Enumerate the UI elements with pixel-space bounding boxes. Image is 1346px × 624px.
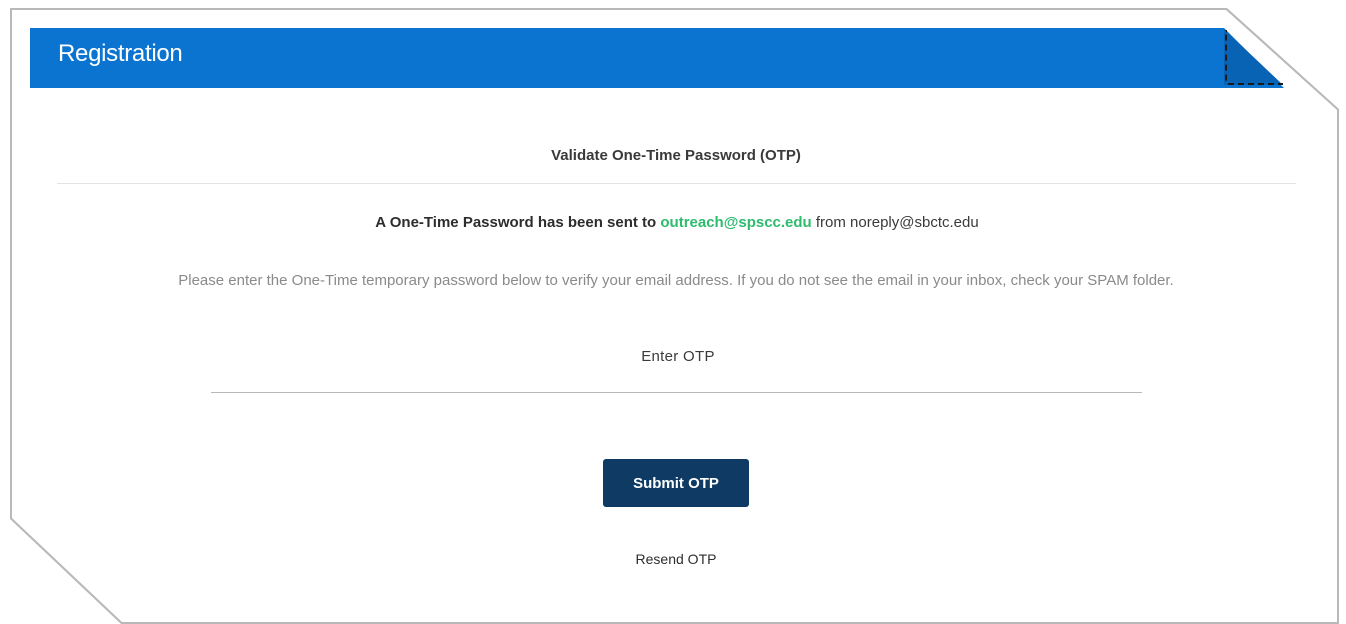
sent-prefix: A One-Time Password has been sent to (375, 214, 661, 231)
sender-text: from noreply@sbctc.edu (811, 214, 979, 231)
otp-instructions: Please enter the One-Time temporary pass… (178, 272, 1174, 289)
fold-highlight (1225, 30, 1283, 85)
page-title: Registration (58, 40, 183, 67)
otp-field-label: Enter OTP (641, 348, 715, 365)
page-card (12, 10, 1337, 622)
otp-input[interactable] (211, 366, 1142, 393)
divider (57, 183, 1296, 184)
otp-sent-message: A One-Time Password has been sent to out… (0, 214, 1346, 231)
recipient-email: outreach@spscc.edu (660, 214, 812, 231)
registration-header (30, 28, 1284, 88)
resend-otp-link[interactable]: Resend OTP (0, 551, 1346, 567)
submit-otp-button[interactable]: Submit OTP (603, 459, 749, 507)
otp-subtitle: Validate One-Time Password (OTP) (551, 147, 801, 164)
